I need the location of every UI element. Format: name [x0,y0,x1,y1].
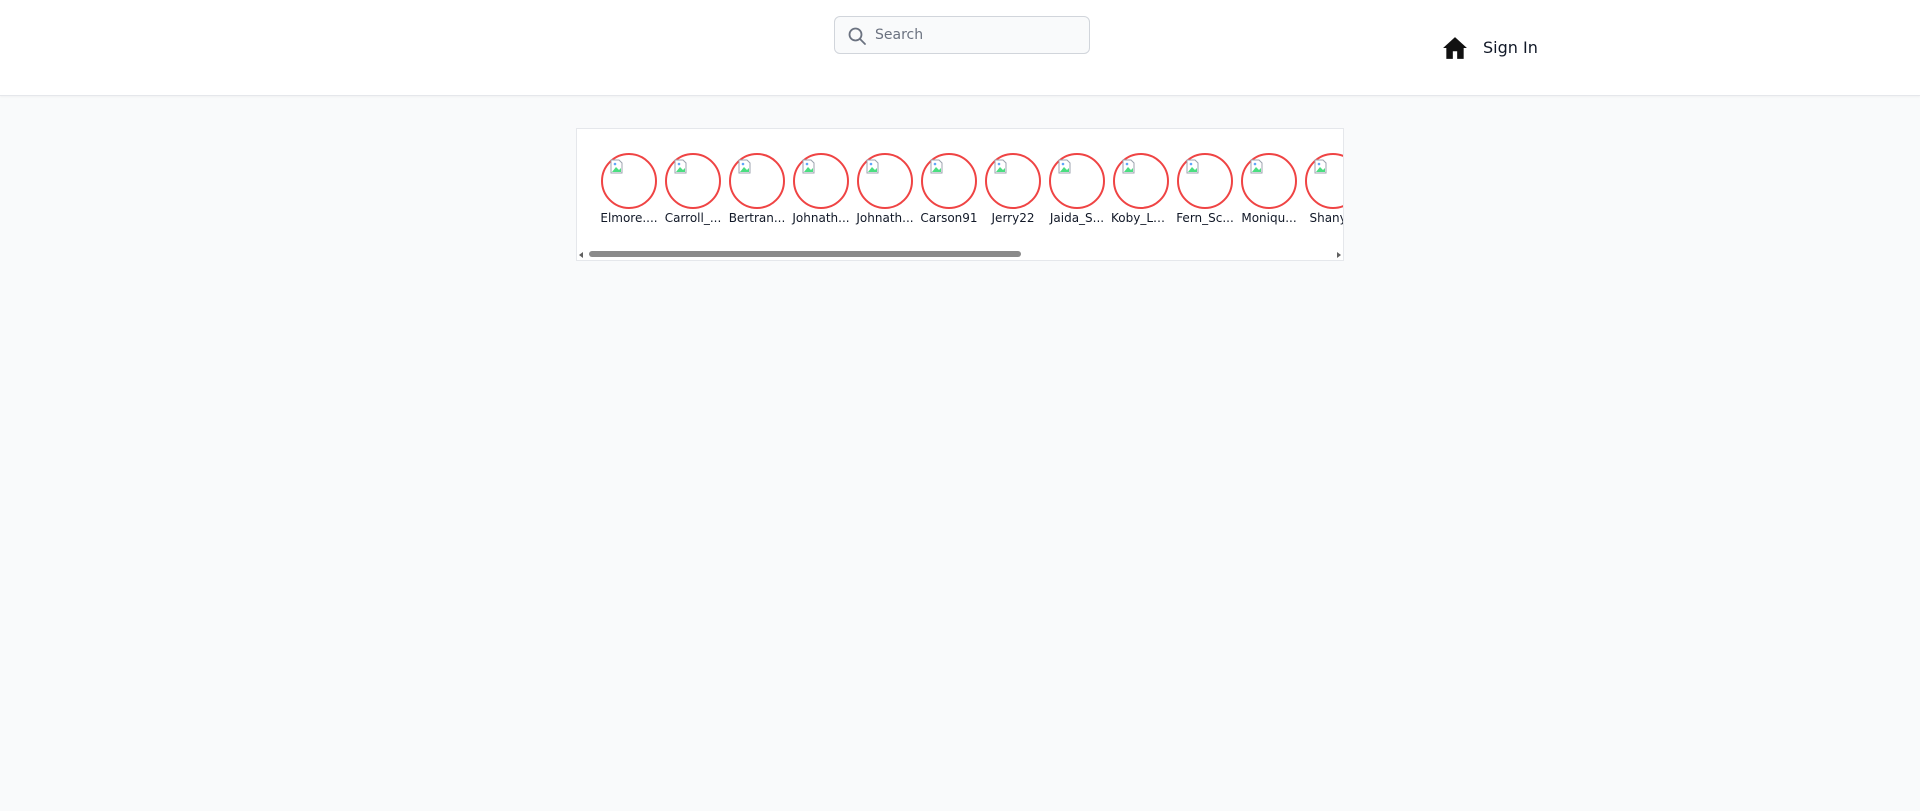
story-item[interactable]: Elmore.... [599,153,658,229]
broken-image-icon [866,159,879,174]
broken-image-icon [1058,159,1071,174]
broken-image-icon [802,159,815,174]
broken-image-icon [1186,159,1199,174]
story-avatar-ring[interactable] [1113,153,1169,209]
story-username: Fern_Sc... [1176,211,1234,225]
story-username: Jerry22 [991,211,1035,225]
story-username: Carroll_... [664,211,722,225]
story-username: Moniqu... [1241,211,1297,225]
stories-carousel[interactable]: Elmore.... Carroll_... Bertran... Johnath..… [576,128,1344,261]
home-icon[interactable] [1442,36,1468,60]
story-username: Johnath... [856,211,914,225]
story-avatar-ring[interactable] [601,153,657,209]
broken-image-icon [738,159,751,174]
story-item[interactable]: Johnath... [855,153,914,229]
story-avatar-ring[interactable] [857,153,913,209]
story-item[interactable]: Jaida_S... [1047,153,1105,229]
story-avatar-ring[interactable] [793,153,849,209]
horizontal-scrollbar[interactable] [577,249,1343,260]
story-item[interactable]: Bertran... [727,153,785,229]
broken-image-icon [930,159,943,174]
story-avatar-ring[interactable] [665,153,721,209]
story-item[interactable]: Moniqu... [1239,153,1297,229]
story-item[interactable]: Johnath... [791,153,850,229]
story-username: Koby_La... [1111,211,1171,225]
story-item[interactable]: Fern_Sc... [1175,153,1234,229]
story-username: Shany... [1309,211,1343,225]
story-avatar-ring[interactable] [985,153,1041,209]
story-item[interactable]: Carson91 [919,153,978,229]
broken-image-icon [1250,159,1263,174]
story-username: Johnath... [792,211,850,225]
scroll-right-arrow-icon[interactable] [1337,252,1341,258]
broken-image-icon [1122,159,1135,174]
scrollbar-thumb[interactable] [589,251,1021,257]
search-input[interactable] [875,17,1081,53]
top-navbar: Sign In [0,0,1920,96]
story-avatar-ring[interactable] [1305,153,1343,209]
story-avatar-ring[interactable] [729,153,785,209]
broken-image-icon [674,159,687,174]
story-avatar-ring[interactable] [1177,153,1233,209]
story-item[interactable]: Koby_La... [1111,153,1171,229]
broken-image-icon [994,159,1007,174]
story-username: Elmore.... [600,211,658,225]
story-avatar-ring[interactable] [1241,153,1297,209]
story-item[interactable]: Carroll_... [663,153,721,229]
scroll-left-arrow-icon[interactable] [579,252,583,258]
story-avatar-ring[interactable] [921,153,977,209]
story-item[interactable]: Jerry22 [983,153,1041,229]
story-item[interactable]: Shany... [1303,153,1343,229]
search-icon [848,27,866,45]
story-username: Carson91 [920,211,978,225]
story-username: Bertran... [728,211,786,225]
story-username: Jaida_S... [1049,211,1105,225]
sign-in-link[interactable]: Sign In [1483,37,1538,59]
broken-image-icon [610,159,623,174]
search-box[interactable] [834,16,1090,54]
broken-image-icon [1314,159,1327,174]
story-avatar-ring[interactable] [1049,153,1105,209]
